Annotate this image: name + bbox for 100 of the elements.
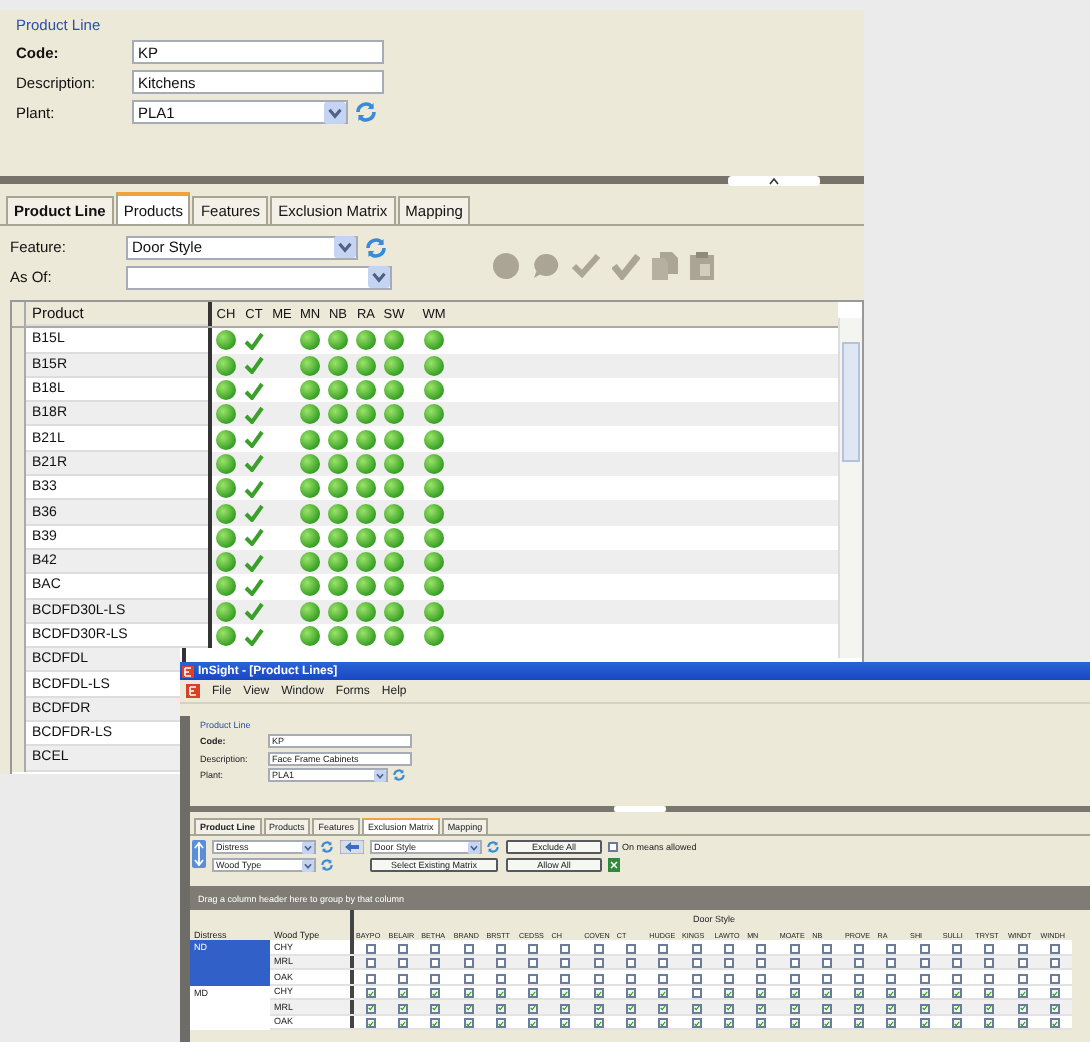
collapse-handle[interactable] xyxy=(728,176,820,186)
checkbox[interactable] xyxy=(756,1018,767,1028)
checkbox[interactable] xyxy=(658,973,669,983)
checkbox[interactable] xyxy=(756,973,767,983)
checkbox[interactable] xyxy=(886,973,897,983)
dropdown-arrow-icon[interactable] xyxy=(468,841,480,853)
checkbox[interactable] xyxy=(951,1018,962,1028)
checkbox[interactable] xyxy=(495,1003,506,1013)
checkbox[interactable] xyxy=(691,958,702,968)
checkbox[interactable] xyxy=(886,1003,897,1013)
checkbox[interactable] xyxy=(397,1003,408,1013)
checkbox[interactable] xyxy=(789,1018,799,1028)
checkbox[interactable] xyxy=(789,943,799,953)
checkbox[interactable] xyxy=(951,958,962,968)
check-icon[interactable] xyxy=(612,252,640,280)
checkbox[interactable] xyxy=(1017,988,1028,998)
checkbox[interactable] xyxy=(691,1003,702,1013)
checkbox[interactable] xyxy=(951,988,962,998)
checkbox[interactable] xyxy=(397,958,408,968)
checkbox[interactable] xyxy=(919,988,930,998)
checkbox[interactable] xyxy=(430,943,441,953)
checkbox[interactable] xyxy=(430,973,441,983)
checkbox[interactable] xyxy=(397,1018,408,1028)
checkbox[interactable] xyxy=(365,958,376,968)
checkbox[interactable] xyxy=(430,988,441,998)
checkbox[interactable] xyxy=(495,1018,506,1028)
refresh-icon[interactable] xyxy=(392,768,406,783)
refresh-icon[interactable] xyxy=(486,840,500,854)
checkbox[interactable] xyxy=(756,988,767,998)
dropdown-arrow-icon[interactable] xyxy=(302,859,314,871)
checkbox[interactable] xyxy=(821,1003,832,1013)
checkbox[interactable] xyxy=(608,842,618,852)
checkbox[interactable] xyxy=(658,958,669,968)
checkbox[interactable] xyxy=(560,988,571,998)
checkbox[interactable] xyxy=(789,1003,799,1013)
checkbox[interactable] xyxy=(1017,973,1028,983)
checkbox[interactable] xyxy=(397,973,408,983)
checkbox[interactable] xyxy=(560,958,571,968)
checkbox[interactable] xyxy=(463,943,474,953)
checkbox[interactable] xyxy=(365,1003,376,1013)
checkbox[interactable] xyxy=(528,1003,539,1013)
checkbox[interactable] xyxy=(886,958,897,968)
checkbox[interactable] xyxy=(854,958,865,968)
checkbox[interactable] xyxy=(789,973,799,983)
checkbox[interactable] xyxy=(1017,943,1028,953)
checkbox[interactable] xyxy=(886,988,897,998)
checkbox[interactable] xyxy=(854,973,865,983)
clipboard-icon[interactable] xyxy=(690,252,714,280)
checkbox[interactable] xyxy=(821,1018,832,1028)
checkbox[interactable] xyxy=(626,958,637,968)
checkbox[interactable] xyxy=(430,1003,441,1013)
checkbox[interactable] xyxy=(821,973,832,983)
checkbox[interactable] xyxy=(495,958,506,968)
checkbox[interactable] xyxy=(593,1018,604,1028)
checkbox[interactable] xyxy=(691,1018,702,1028)
checkbox[interactable] xyxy=(723,1003,734,1013)
checkbox[interactable] xyxy=(626,1003,637,1013)
checkbox[interactable] xyxy=(854,1003,865,1013)
checkbox[interactable] xyxy=(397,988,408,998)
checkbox[interactable] xyxy=(463,1003,474,1013)
checkbox[interactable] xyxy=(723,973,734,983)
checkbox[interactable] xyxy=(365,943,376,953)
checkbox[interactable] xyxy=(626,943,637,953)
checkbox[interactable] xyxy=(560,1018,571,1028)
scrollbar[interactable] xyxy=(838,318,862,658)
checkbox[interactable] xyxy=(789,988,799,998)
checkbox[interactable] xyxy=(495,943,506,953)
checkbox[interactable] xyxy=(854,1018,865,1028)
checkbox[interactable] xyxy=(1049,1003,1060,1013)
checkbox[interactable] xyxy=(919,943,930,953)
checkbox[interactable] xyxy=(626,1018,637,1028)
checkbox[interactable] xyxy=(984,1003,995,1013)
checkbox[interactable] xyxy=(984,988,995,998)
checkbox[interactable] xyxy=(593,973,604,983)
date-dropdown[interactable] xyxy=(126,265,392,289)
checkbox[interactable] xyxy=(658,943,669,953)
dropdown-arrow-icon[interactable] xyxy=(302,841,314,853)
checkbox[interactable] xyxy=(495,988,506,998)
dropdown-arrow-icon[interactable] xyxy=(368,266,390,288)
refresh-icon[interactable] xyxy=(320,840,334,854)
checkbox[interactable] xyxy=(593,988,604,998)
checkbox[interactable] xyxy=(691,988,702,998)
checkbox[interactable] xyxy=(1049,958,1060,968)
checkbox[interactable] xyxy=(756,943,767,953)
arrow-left-button[interactable] xyxy=(340,840,364,854)
checkbox[interactable] xyxy=(1049,973,1060,983)
checkbox[interactable] xyxy=(560,1003,571,1013)
checkbox[interactable] xyxy=(593,1003,604,1013)
checkbox[interactable] xyxy=(658,1018,669,1028)
dropdown-arrow-icon[interactable] xyxy=(374,769,386,782)
checkbox[interactable] xyxy=(919,973,930,983)
checkbox[interactable] xyxy=(560,973,571,983)
checkbox[interactable] xyxy=(789,958,799,968)
checkbox[interactable] xyxy=(919,1003,930,1013)
checkbox[interactable] xyxy=(919,1018,930,1028)
checkbox[interactable] xyxy=(756,1003,767,1013)
checkbox[interactable] xyxy=(593,943,604,953)
checkbox[interactable] xyxy=(463,988,474,998)
spreadsheet-icon[interactable] xyxy=(608,858,620,872)
checkbox[interactable] xyxy=(886,1018,897,1028)
